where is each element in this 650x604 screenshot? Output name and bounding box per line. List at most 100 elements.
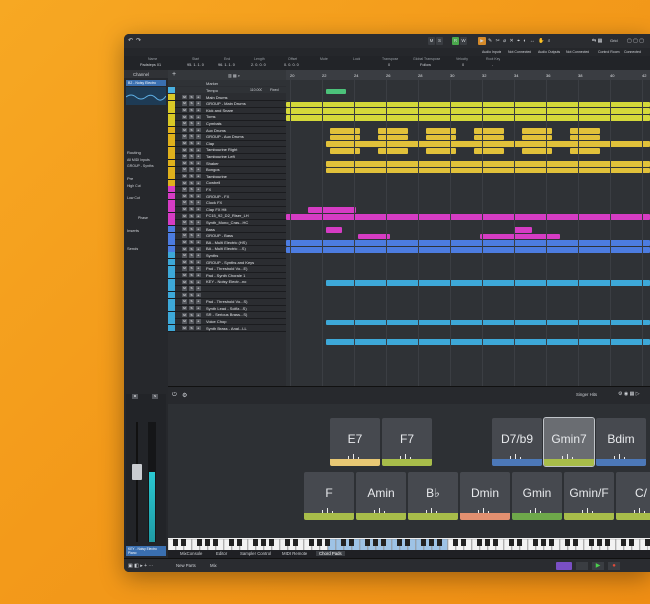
track-mute-button[interactable]: M xyxy=(182,180,187,185)
track-edit-icon[interactable]: e xyxy=(196,279,201,284)
tab-midi-remote[interactable]: MIDI Remote xyxy=(282,551,307,556)
pattern-event[interactable] xyxy=(474,134,504,141)
midi-event[interactable] xyxy=(286,240,650,246)
mute-mode-button[interactable]: M xyxy=(428,37,435,45)
track-edit-icon[interactable]: e xyxy=(196,299,201,304)
track-edit-icon[interactable]: e xyxy=(196,246,201,251)
track-solo-button[interactable]: S xyxy=(189,272,194,278)
track-edit-icon[interactable]: e xyxy=(196,154,201,159)
stop-button[interactable] xyxy=(576,562,588,570)
track-edit-icon[interactable]: e xyxy=(196,312,201,317)
midi-event[interactable] xyxy=(326,319,650,326)
pattern-event[interactable] xyxy=(570,134,600,141)
pattern-event[interactable] xyxy=(570,128,600,134)
track-solo-button[interactable]: S xyxy=(189,94,194,100)
snap-icon[interactable]: ⇆ ▦ xyxy=(592,38,602,44)
track-edit-icon[interactable]: e xyxy=(196,220,201,225)
track-mute-button[interactable]: M xyxy=(182,107,187,113)
track-mute-button[interactable]: M xyxy=(182,140,187,146)
info-length-value[interactable]: 2. 0. 0. 0 xyxy=(251,63,266,67)
track-edit-icon[interactable]: e xyxy=(196,319,201,324)
track-solo-button[interactable]: S xyxy=(189,154,194,159)
track-edit-icon[interactable]: e xyxy=(196,266,201,271)
track-mute-button[interactable]: M xyxy=(182,272,187,278)
track-edit-icon[interactable]: e xyxy=(196,292,201,298)
track-mute-button[interactable]: M xyxy=(182,292,187,298)
tempo-value[interactable]: 110.000 xyxy=(250,88,262,92)
pattern-event[interactable] xyxy=(522,148,552,154)
cycle-button[interactable] xyxy=(556,562,572,570)
track-edit-icon[interactable]: e xyxy=(196,121,201,126)
edit-tools-icons[interactable]: ✎ ✂ ⌀ ✕ ⌖ ◐ ↔ ✋ ⌕ xyxy=(488,38,552,44)
track-edit-icon[interactable]: e xyxy=(196,226,201,232)
pattern-event[interactable] xyxy=(522,128,552,134)
tempo-track[interactable]: Tempo 110.000 Fixed xyxy=(168,87,286,93)
track-solo-button[interactable]: S xyxy=(189,239,194,245)
inspector-section-sends[interactable]: Sends xyxy=(127,246,138,251)
inspector-midi-input[interactable]: All MIDI Inputs xyxy=(127,158,150,162)
midi-event[interactable] xyxy=(326,161,650,167)
track-solo-button[interactable]: S xyxy=(189,226,194,232)
grid-label[interactable]: Grid xyxy=(610,38,618,43)
tab-mixconsole[interactable]: MixConsole xyxy=(180,551,202,556)
track-edit-icon[interactable]: e xyxy=(196,200,201,205)
track-mute-button[interactable]: M xyxy=(182,246,187,251)
pattern-event[interactable] xyxy=(378,148,408,154)
track-mute-button[interactable]: M xyxy=(182,213,187,218)
track-solo-button[interactable]: S xyxy=(189,259,194,265)
track-mute-button[interactable]: M xyxy=(182,94,187,100)
chord-pads-settings-icon[interactable]: ⚙ xyxy=(182,392,187,399)
track-solo-button[interactable]: S xyxy=(189,206,194,212)
track-edit-icon[interactable]: e xyxy=(196,94,201,100)
track-edit-icon[interactable]: e xyxy=(196,213,201,218)
track-edit-icon[interactable]: e xyxy=(196,239,201,245)
track-solo-button[interactable]: S xyxy=(189,127,194,133)
info-end-value[interactable]: 96. 1. 1. 0 xyxy=(218,63,235,67)
track-solo-button[interactable]: S xyxy=(189,253,194,258)
track-solo-button[interactable]: S xyxy=(189,292,194,298)
track-edit-icon[interactable]: e xyxy=(196,272,201,278)
track-solo-button[interactable]: S xyxy=(189,180,194,185)
track-mute-button[interactable]: M xyxy=(182,167,187,172)
track-mute-button[interactable]: M xyxy=(182,305,187,311)
midi-event[interactable] xyxy=(286,115,650,121)
midi-event[interactable] xyxy=(286,214,650,220)
track-mute-button[interactable]: M xyxy=(182,160,187,166)
track-solo-button[interactable]: S xyxy=(189,200,194,205)
track-edit-icon[interactable]: e xyxy=(196,147,201,152)
inspector-section-inserts[interactable]: Inserts xyxy=(127,228,139,233)
track-solo-button[interactable]: S xyxy=(189,266,194,271)
chord-pad[interactable]: C/ xyxy=(616,472,650,520)
pattern-event[interactable] xyxy=(474,148,504,154)
track-mute-button[interactable]: M xyxy=(182,239,187,245)
mute-button[interactable]: M xyxy=(132,394,138,399)
track-mute-button[interactable]: M xyxy=(182,325,187,331)
track-mute-button[interactable]: M xyxy=(182,233,187,238)
inspector-high-cut[interactable]: High Cut xyxy=(127,184,141,188)
pattern-event[interactable] xyxy=(426,128,456,134)
track-solo-button[interactable]: S xyxy=(189,114,194,119)
inspector-phase[interactable]: Phase xyxy=(138,216,148,220)
info-start-value[interactable]: 95. 1. 1. 0 xyxy=(187,63,204,67)
track-solo-button[interactable]: S xyxy=(189,312,194,317)
track-solo-button[interactable]: S xyxy=(189,246,194,251)
midi-event[interactable] xyxy=(326,280,650,286)
midi-event[interactable] xyxy=(326,88,346,95)
info-offset-value[interactable]: 0. 0. 0. 0 xyxy=(284,63,299,67)
track-edit-icon[interactable]: e xyxy=(196,233,201,238)
track-row[interactable]: M Se Synth Brass - Anal...LL xyxy=(168,325,286,333)
track-mute-button[interactable]: M xyxy=(182,226,187,232)
info-transpose-value[interactable]: 0 xyxy=(388,63,390,67)
track-edit-icon[interactable]: e xyxy=(196,305,201,311)
track-edit-icon[interactable]: e xyxy=(196,187,201,192)
track-solo-button[interactable]: S xyxy=(189,299,194,304)
track-solo-button[interactable]: S xyxy=(189,213,194,218)
inspector-section-routing[interactable]: Routing xyxy=(127,150,141,155)
track-edit-icon[interactable]: e xyxy=(196,134,201,139)
pattern-event[interactable] xyxy=(378,134,408,141)
fx-event[interactable] xyxy=(480,233,560,240)
track-edit-icon[interactable]: e xyxy=(196,127,201,133)
track-edit-icon[interactable]: e xyxy=(196,101,201,106)
chord-pad[interactable]: F xyxy=(304,472,354,520)
track-mute-button[interactable]: M xyxy=(182,279,187,284)
